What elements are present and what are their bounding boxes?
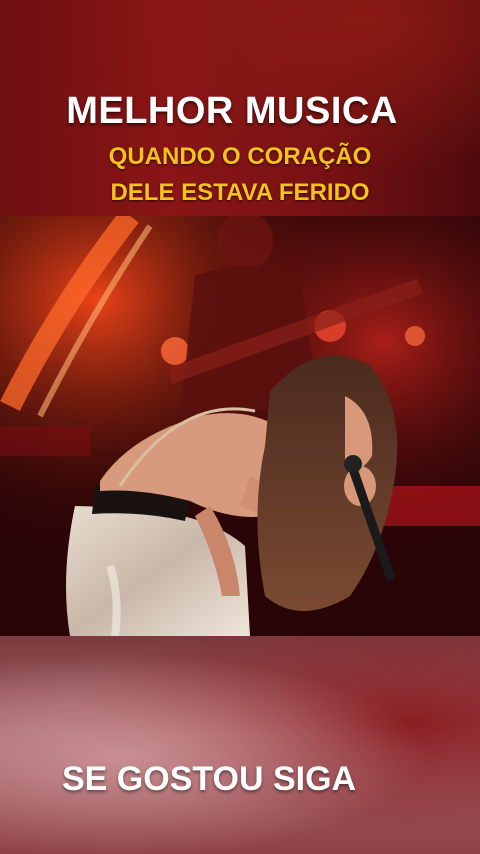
concert-photo [0, 216, 480, 636]
headline-title: MELHOR MUSICA [66, 90, 398, 132]
headline-subtitle-line1: QUANDO O CORAÇÃO [108, 143, 372, 170]
bottom-banner [0, 636, 480, 854]
follow-call-to-action: SE GOSTOU SIGA [62, 760, 357, 798]
headline-subtitle-line2: DELE ESTAVA FERIDO [110, 179, 370, 206]
